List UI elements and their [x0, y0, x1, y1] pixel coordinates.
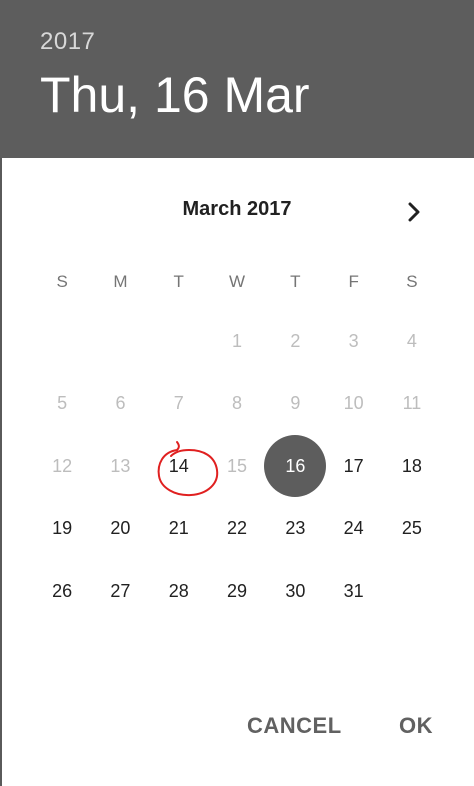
day-cell[interactable]: 23 — [266, 498, 324, 561]
weekday-label: T — [290, 272, 301, 291]
day-cell[interactable]: 19 — [33, 498, 91, 561]
empty-day-cell — [91, 310, 149, 373]
day-cell[interactable]: 29 — [208, 560, 266, 623]
day-number: 27 — [110, 580, 131, 601]
day-number: 4 — [406, 330, 417, 351]
weekday-label: S — [56, 272, 68, 291]
day-number: 5 — [57, 393, 68, 414]
day-number: 1 — [232, 330, 243, 351]
day-cell: 5 — [33, 373, 91, 436]
day-cell: 4 — [383, 310, 441, 373]
day-grid: 1 2 3 4 5 6 7 8 9 10 11 12 13 14 15 16 17 18 19 20 21 22 23 24 2… — [33, 310, 441, 623]
header-selected-date[interactable]: Thu, 16 Mar — [40, 66, 310, 124]
date-picker-header: 2017 Thu, 16 Mar — [0, 0, 474, 158]
day-cell: 3 — [324, 310, 382, 373]
day-cell: 8 — [208, 373, 266, 436]
day-cell: 2 — [266, 310, 324, 373]
day-number: 8 — [232, 393, 243, 414]
day-number: 24 — [343, 518, 364, 539]
day-number: 7 — [173, 393, 184, 414]
day-number: 17 — [343, 455, 364, 476]
header-year[interactable]: 2017 — [40, 28, 95, 56]
day-number: 13 — [110, 455, 131, 476]
empty-day-cell — [150, 310, 208, 373]
day-number: 3 — [348, 330, 359, 351]
weekday-label: W — [229, 272, 246, 291]
day-cell[interactable]: 18 — [383, 435, 441, 498]
day-number: 26 — [52, 580, 73, 601]
weekday-label: S — [406, 272, 418, 291]
day-cell[interactable]: 28 — [150, 560, 208, 623]
day-cell: 13 — [91, 435, 149, 498]
day-number: 22 — [227, 518, 248, 539]
day-number: 21 — [168, 518, 189, 539]
day-number: 12 — [52, 455, 73, 476]
day-number: 2 — [290, 330, 301, 351]
day-number: 14 — [168, 455, 189, 476]
next-month-button[interactable] — [398, 196, 430, 228]
day-number: 6 — [115, 393, 126, 414]
day-number: 10 — [343, 393, 364, 414]
day-cell[interactable]: 22 — [208, 498, 266, 561]
empty-day-cell — [33, 310, 91, 373]
day-number: 31 — [343, 580, 364, 601]
day-cell[interactable]: 30 — [266, 560, 324, 623]
day-number: 30 — [285, 580, 306, 601]
weekday-label: T — [173, 272, 184, 291]
day-number: 28 — [168, 580, 189, 601]
day-cell: 11 — [383, 373, 441, 436]
day-number: 9 — [290, 393, 301, 414]
day-cell[interactable]: 14 — [150, 435, 208, 498]
day-cell[interactable]: 20 — [91, 498, 149, 561]
day-cell: 1 — [208, 310, 266, 373]
cancel-button[interactable]: CANCEL — [247, 713, 342, 739]
day-cell: 7 — [150, 373, 208, 436]
day-number: 25 — [401, 518, 422, 539]
day-number: 11 — [402, 393, 422, 414]
day-cell: 15 — [208, 435, 266, 498]
day-number: 15 — [227, 455, 248, 476]
day-cell: 10 — [324, 373, 382, 436]
ok-button[interactable]: OK — [399, 713, 433, 739]
day-number: 16 — [285, 455, 306, 476]
weekday-label: F — [348, 272, 359, 291]
day-number: 20 — [110, 518, 131, 539]
day-number: 18 — [401, 455, 422, 476]
day-number: 29 — [227, 580, 248, 601]
day-cell: 12 — [33, 435, 91, 498]
day-cell: 9 — [266, 373, 324, 436]
selected-day-cell[interactable]: 16 — [266, 435, 324, 498]
day-cell[interactable]: 26 — [33, 560, 91, 623]
day-cell[interactable]: 17 — [324, 435, 382, 498]
weekday-header-row: S M T W T F S — [33, 272, 441, 296]
chevron-right-icon — [408, 202, 420, 222]
day-cell: 6 — [91, 373, 149, 436]
dialog-actions: CANCEL OK — [0, 705, 474, 745]
day-cell[interactable]: 27 — [91, 560, 149, 623]
date-picker-dialog: 2017 Thu, 16 Mar March 2017 S M T W T F … — [0, 0, 474, 786]
weekday-label: M — [113, 272, 128, 291]
day-number: 23 — [285, 518, 306, 539]
day-cell[interactable]: 24 — [324, 498, 382, 561]
day-cell[interactable]: 31 — [324, 560, 382, 623]
day-cell[interactable]: 21 — [150, 498, 208, 561]
day-cell[interactable]: 25 — [383, 498, 441, 561]
day-number: 19 — [52, 518, 73, 539]
